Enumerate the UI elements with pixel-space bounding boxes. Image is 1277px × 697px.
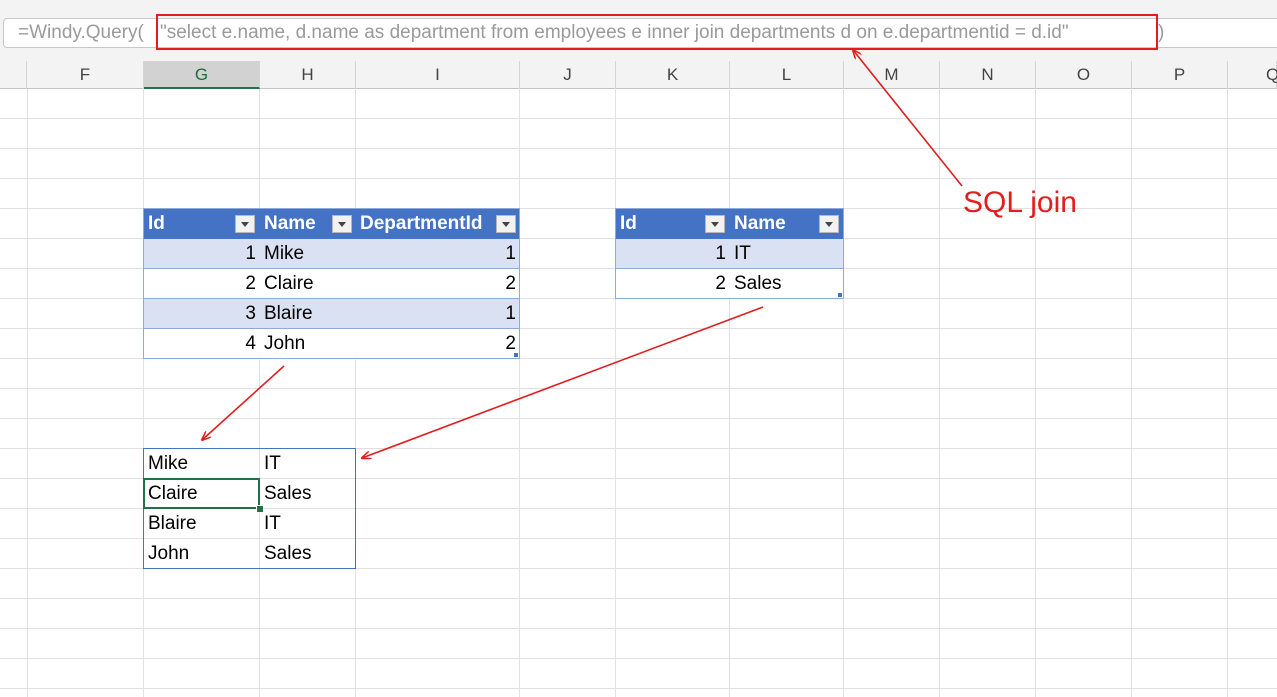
- annotation-arrows: [0, 0, 963, 697]
- arrow-to-formula: [853, 50, 963, 187]
- sql-join-annotation: SQL join: [963, 186, 1077, 219]
- arrow-from-employees: [202, 365, 285, 440]
- arrow-from-departments: [362, 306, 764, 458]
